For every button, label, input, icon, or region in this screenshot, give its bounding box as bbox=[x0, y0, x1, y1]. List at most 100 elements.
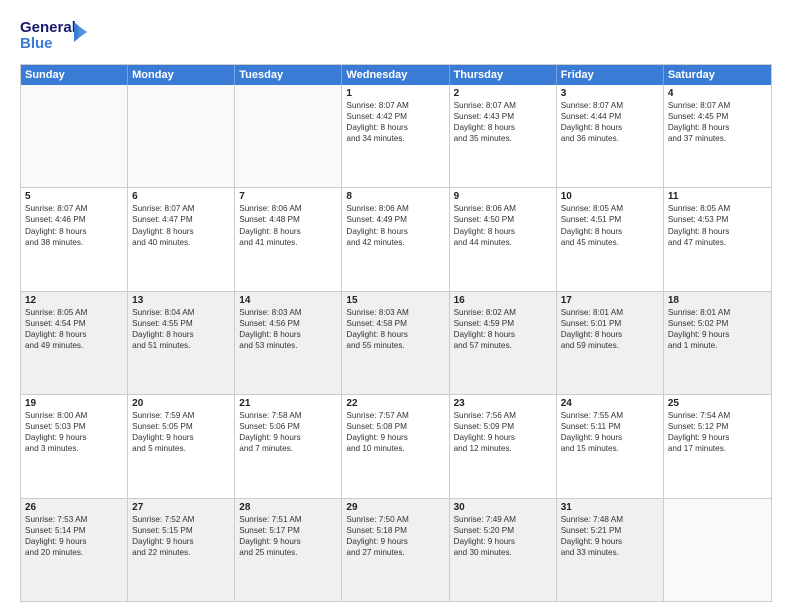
cell-info: Sunrise: 8:07 AMSunset: 4:47 PMDaylight:… bbox=[132, 203, 230, 247]
cal-cell bbox=[21, 85, 128, 187]
cell-info: Sunrise: 8:06 AMSunset: 4:48 PMDaylight:… bbox=[239, 203, 337, 247]
cal-cell: 2Sunrise: 8:07 AMSunset: 4:43 PMDaylight… bbox=[450, 85, 557, 187]
day-number: 1 bbox=[346, 88, 444, 99]
day-number: 21 bbox=[239, 398, 337, 409]
cal-cell: 26Sunrise: 7:53 AMSunset: 5:14 PMDayligh… bbox=[21, 499, 128, 601]
day-number: 2 bbox=[454, 88, 552, 99]
day-number: 6 bbox=[132, 191, 230, 202]
cal-cell: 15Sunrise: 8:03 AMSunset: 4:58 PMDayligh… bbox=[342, 292, 449, 394]
header-day-thursday: Thursday bbox=[450, 65, 557, 85]
cal-cell: 30Sunrise: 7:49 AMSunset: 5:20 PMDayligh… bbox=[450, 499, 557, 601]
cal-cell: 21Sunrise: 7:58 AMSunset: 5:06 PMDayligh… bbox=[235, 395, 342, 497]
cal-cell: 7Sunrise: 8:06 AMSunset: 4:48 PMDaylight… bbox=[235, 188, 342, 290]
calendar: SundayMondayTuesdayWednesdayThursdayFrid… bbox=[20, 64, 772, 602]
day-number: 22 bbox=[346, 398, 444, 409]
cal-cell: 3Sunrise: 8:07 AMSunset: 4:44 PMDaylight… bbox=[557, 85, 664, 187]
cell-info: Sunrise: 8:05 AMSunset: 4:53 PMDaylight:… bbox=[668, 203, 767, 247]
cell-info: Sunrise: 8:02 AMSunset: 4:59 PMDaylight:… bbox=[454, 307, 552, 351]
cell-info: Sunrise: 8:01 AMSunset: 5:02 PMDaylight:… bbox=[668, 307, 767, 351]
day-number: 31 bbox=[561, 502, 659, 513]
day-number: 25 bbox=[668, 398, 767, 409]
day-number: 9 bbox=[454, 191, 552, 202]
cal-cell bbox=[664, 499, 771, 601]
logo: General Blue bbox=[20, 16, 90, 56]
week-row-4: 26Sunrise: 7:53 AMSunset: 5:14 PMDayligh… bbox=[21, 499, 771, 601]
day-number: 15 bbox=[346, 295, 444, 306]
cal-cell: 8Sunrise: 8:06 AMSunset: 4:49 PMDaylight… bbox=[342, 188, 449, 290]
cell-info: Sunrise: 7:59 AMSunset: 5:05 PMDaylight:… bbox=[132, 410, 230, 454]
cell-info: Sunrise: 7:54 AMSunset: 5:12 PMDaylight:… bbox=[668, 410, 767, 454]
day-number: 17 bbox=[561, 295, 659, 306]
cal-cell: 4Sunrise: 8:07 AMSunset: 4:45 PMDaylight… bbox=[664, 85, 771, 187]
day-number: 11 bbox=[668, 191, 767, 202]
calendar-body: 1Sunrise: 8:07 AMSunset: 4:42 PMDaylight… bbox=[21, 85, 771, 601]
cell-info: Sunrise: 7:56 AMSunset: 5:09 PMDaylight:… bbox=[454, 410, 552, 454]
cal-cell: 25Sunrise: 7:54 AMSunset: 5:12 PMDayligh… bbox=[664, 395, 771, 497]
cal-cell: 6Sunrise: 8:07 AMSunset: 4:47 PMDaylight… bbox=[128, 188, 235, 290]
week-row-0: 1Sunrise: 8:07 AMSunset: 4:42 PMDaylight… bbox=[21, 85, 771, 188]
cal-cell: 28Sunrise: 7:51 AMSunset: 5:17 PMDayligh… bbox=[235, 499, 342, 601]
cal-cell: 22Sunrise: 7:57 AMSunset: 5:08 PMDayligh… bbox=[342, 395, 449, 497]
day-number: 5 bbox=[25, 191, 123, 202]
cell-info: Sunrise: 8:06 AMSunset: 4:49 PMDaylight:… bbox=[346, 203, 444, 247]
cal-cell bbox=[235, 85, 342, 187]
cal-cell: 24Sunrise: 7:55 AMSunset: 5:11 PMDayligh… bbox=[557, 395, 664, 497]
day-number: 12 bbox=[25, 295, 123, 306]
day-number: 10 bbox=[561, 191, 659, 202]
cal-cell: 5Sunrise: 8:07 AMSunset: 4:46 PMDaylight… bbox=[21, 188, 128, 290]
cell-info: Sunrise: 8:07 AMSunset: 4:44 PMDaylight:… bbox=[561, 100, 659, 144]
header-day-sunday: Sunday bbox=[21, 65, 128, 85]
header: General Blue bbox=[20, 16, 772, 56]
cell-info: Sunrise: 8:06 AMSunset: 4:50 PMDaylight:… bbox=[454, 203, 552, 247]
cell-info: Sunrise: 8:03 AMSunset: 4:56 PMDaylight:… bbox=[239, 307, 337, 351]
cell-info: Sunrise: 7:53 AMSunset: 5:14 PMDaylight:… bbox=[25, 514, 123, 558]
cell-info: Sunrise: 8:07 AMSunset: 4:45 PMDaylight:… bbox=[668, 100, 767, 144]
day-number: 30 bbox=[454, 502, 552, 513]
day-number: 19 bbox=[25, 398, 123, 409]
header-day-tuesday: Tuesday bbox=[235, 65, 342, 85]
day-number: 24 bbox=[561, 398, 659, 409]
cal-cell: 29Sunrise: 7:50 AMSunset: 5:18 PMDayligh… bbox=[342, 499, 449, 601]
cal-cell: 12Sunrise: 8:05 AMSunset: 4:54 PMDayligh… bbox=[21, 292, 128, 394]
cell-info: Sunrise: 7:52 AMSunset: 5:15 PMDaylight:… bbox=[132, 514, 230, 558]
cal-cell: 11Sunrise: 8:05 AMSunset: 4:53 PMDayligh… bbox=[664, 188, 771, 290]
cell-info: Sunrise: 8:07 AMSunset: 4:42 PMDaylight:… bbox=[346, 100, 444, 144]
cell-info: Sunrise: 7:50 AMSunset: 5:18 PMDaylight:… bbox=[346, 514, 444, 558]
header-day-wednesday: Wednesday bbox=[342, 65, 449, 85]
day-number: 7 bbox=[239, 191, 337, 202]
calendar-header: SundayMondayTuesdayWednesdayThursdayFrid… bbox=[21, 65, 771, 85]
cell-info: Sunrise: 7:51 AMSunset: 5:17 PMDaylight:… bbox=[239, 514, 337, 558]
week-row-1: 5Sunrise: 8:07 AMSunset: 4:46 PMDaylight… bbox=[21, 188, 771, 291]
page: General Blue SundayMondayTuesdayWednesda… bbox=[0, 0, 792, 612]
cal-cell: 19Sunrise: 8:00 AMSunset: 5:03 PMDayligh… bbox=[21, 395, 128, 497]
day-number: 23 bbox=[454, 398, 552, 409]
cal-cell: 31Sunrise: 7:48 AMSunset: 5:21 PMDayligh… bbox=[557, 499, 664, 601]
cal-cell: 10Sunrise: 8:05 AMSunset: 4:51 PMDayligh… bbox=[557, 188, 664, 290]
logo-svg: General Blue bbox=[20, 16, 90, 56]
day-number: 13 bbox=[132, 295, 230, 306]
day-number: 26 bbox=[25, 502, 123, 513]
svg-text:Blue: Blue bbox=[20, 35, 53, 52]
cal-cell: 9Sunrise: 8:06 AMSunset: 4:50 PMDaylight… bbox=[450, 188, 557, 290]
cell-info: Sunrise: 8:07 AMSunset: 4:46 PMDaylight:… bbox=[25, 203, 123, 247]
cell-info: Sunrise: 7:48 AMSunset: 5:21 PMDaylight:… bbox=[561, 514, 659, 558]
cal-cell: 1Sunrise: 8:07 AMSunset: 4:42 PMDaylight… bbox=[342, 85, 449, 187]
cal-cell: 18Sunrise: 8:01 AMSunset: 5:02 PMDayligh… bbox=[664, 292, 771, 394]
cell-info: Sunrise: 8:01 AMSunset: 5:01 PMDaylight:… bbox=[561, 307, 659, 351]
day-number: 27 bbox=[132, 502, 230, 513]
cal-cell: 13Sunrise: 8:04 AMSunset: 4:55 PMDayligh… bbox=[128, 292, 235, 394]
cell-info: Sunrise: 8:05 AMSunset: 4:54 PMDaylight:… bbox=[25, 307, 123, 351]
cell-info: Sunrise: 8:04 AMSunset: 4:55 PMDaylight:… bbox=[132, 307, 230, 351]
day-number: 14 bbox=[239, 295, 337, 306]
week-row-2: 12Sunrise: 8:05 AMSunset: 4:54 PMDayligh… bbox=[21, 292, 771, 395]
day-number: 3 bbox=[561, 88, 659, 99]
cell-info: Sunrise: 7:49 AMSunset: 5:20 PMDaylight:… bbox=[454, 514, 552, 558]
cal-cell: 17Sunrise: 8:01 AMSunset: 5:01 PMDayligh… bbox=[557, 292, 664, 394]
cal-cell: 20Sunrise: 7:59 AMSunset: 5:05 PMDayligh… bbox=[128, 395, 235, 497]
cell-info: Sunrise: 8:07 AMSunset: 4:43 PMDaylight:… bbox=[454, 100, 552, 144]
cal-cell: 23Sunrise: 7:56 AMSunset: 5:09 PMDayligh… bbox=[450, 395, 557, 497]
cell-info: Sunrise: 7:55 AMSunset: 5:11 PMDaylight:… bbox=[561, 410, 659, 454]
day-number: 29 bbox=[346, 502, 444, 513]
header-day-monday: Monday bbox=[128, 65, 235, 85]
header-day-saturday: Saturday bbox=[664, 65, 771, 85]
